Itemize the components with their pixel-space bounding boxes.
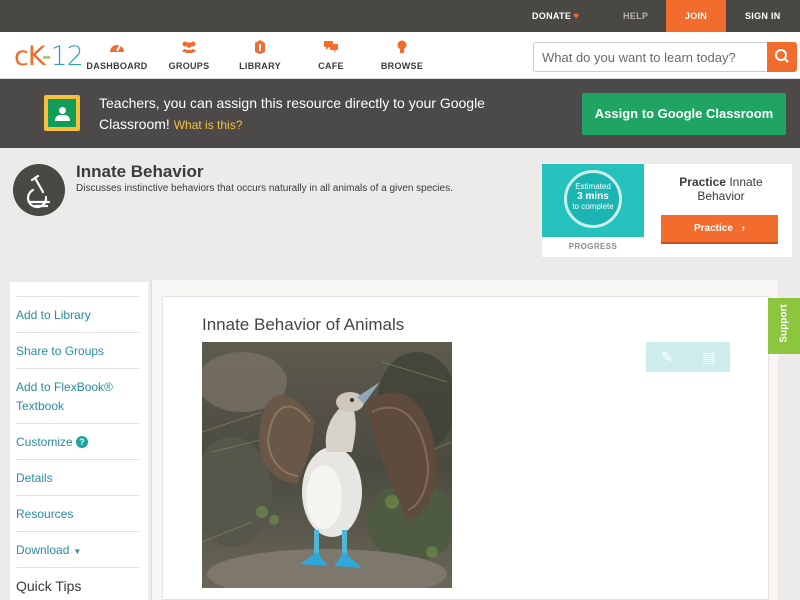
practice-progress-image: Estimated 3 mins to complete [542, 164, 644, 237]
search-box [533, 42, 797, 72]
annotation-toolbar: ✎ ▤ [646, 342, 730, 372]
notes-icon[interactable]: ▤ [688, 342, 730, 372]
ck12-logo[interactable]: cK-12 [14, 41, 84, 72]
sidebar-item-share-to-groups[interactable]: Share to Groups [16, 332, 139, 360]
sidebar-item-resources[interactable]: Resources [16, 495, 139, 523]
nav-library-label: LIBRARY [239, 61, 281, 71]
caret-down-icon: ▼ [73, 547, 82, 556]
dashboard-icon [82, 40, 152, 58]
classroom-banner-text: Teachers, you can assign this resource d… [99, 93, 519, 136]
nav-browse[interactable]: BROWSE [367, 40, 437, 71]
sidebar-item-customize[interactable]: Customize ? [16, 423, 139, 451]
search-icon [775, 49, 789, 63]
logo-k: K [27, 41, 43, 72]
microscope-icon [13, 164, 65, 216]
help-icon: ? [76, 436, 89, 448]
main-nav: cK-12 DASHBOARD GROUPS LIBRARY CAFE BROW… [0, 32, 800, 79]
logo-number: 12 [50, 41, 83, 72]
nav-dashboard[interactable]: DASHBOARD [82, 40, 152, 71]
article-title: Innate Behavior of Animals [202, 315, 405, 334]
join-button[interactable]: JOIN [666, 0, 726, 32]
library-icon [225, 40, 295, 58]
practice-card: Estimated 3 mins to complete PROGRESS Pr… [542, 164, 792, 257]
nav-dashboard-label: DASHBOARD [86, 61, 148, 71]
nav-groups[interactable]: GROUPS [154, 40, 224, 71]
support-tab[interactable]: Support [768, 298, 800, 354]
nav-browse-label: BROWSE [380, 61, 424, 71]
top-bar: DONATE ♥ HELP JOIN SIGN IN [0, 0, 800, 32]
donate-link[interactable]: DONATE ♥ [532, 0, 579, 32]
concept-title: Innate Behavior [76, 162, 204, 181]
estimated-time: Estimated 3 mins to complete [572, 182, 614, 211]
browse-icon [367, 40, 437, 58]
heart-icon: ♥ [573, 11, 580, 22]
practice-button-label: Practice [693, 223, 733, 234]
progress-label: PROGRESS [568, 242, 618, 251]
nav-groups-label: GROUPS [168, 61, 210, 71]
sidebar-item-quick-tips[interactable]: Quick Tips [16, 567, 139, 595]
customize-label: Customize [16, 435, 73, 449]
practice-title: Practice Innate Behavior [679, 175, 763, 203]
groups-icon [154, 40, 224, 58]
sidebar-item-add-to-library[interactable]: Add to Library [16, 296, 139, 324]
pencil-icon[interactable]: ✎ [646, 342, 688, 372]
search-input[interactable] [534, 43, 768, 71]
google-classroom-icon [44, 95, 80, 131]
sign-in-link[interactable]: SIGN IN [745, 0, 781, 32]
blue-footed-booby-photo [202, 342, 452, 588]
practice-button[interactable]: Practice › [661, 215, 778, 244]
concept-description: Discusses instinctive behaviors that occ… [76, 183, 453, 194]
classroom-message: Teachers, you can assign this resource d… [99, 95, 485, 132]
what-is-this-link[interactable]: What is this? [174, 118, 243, 132]
support-label: Support [778, 304, 790, 343]
download-label: Download [16, 543, 70, 557]
nav-cafe[interactable]: CAFE [296, 40, 366, 71]
donate-label: DONATE [532, 11, 572, 21]
chevron-right-icon: › [741, 223, 746, 234]
nav-cafe-label: CAFE [318, 61, 344, 71]
sidebar-item-add-to-flexbook[interactable]: Add to FlexBook® Textbook [16, 368, 139, 416]
classroom-banner: Teachers, you can assign this resource d… [0, 79, 800, 148]
logo-c: c [14, 41, 29, 72]
nav-library[interactable]: LIBRARY [225, 40, 295, 71]
cafe-icon [296, 40, 366, 58]
sidebar-item-download[interactable]: Download ▼ [16, 531, 139, 561]
assign-to-classroom-button[interactable]: Assign to Google Classroom [582, 93, 786, 135]
sidebar: Add to Library Share to Groups Add to Fl… [10, 282, 148, 600]
sidebar-item-details[interactable]: Details [16, 459, 139, 487]
help-link[interactable]: HELP [623, 0, 648, 32]
search-button[interactable] [767, 42, 797, 72]
